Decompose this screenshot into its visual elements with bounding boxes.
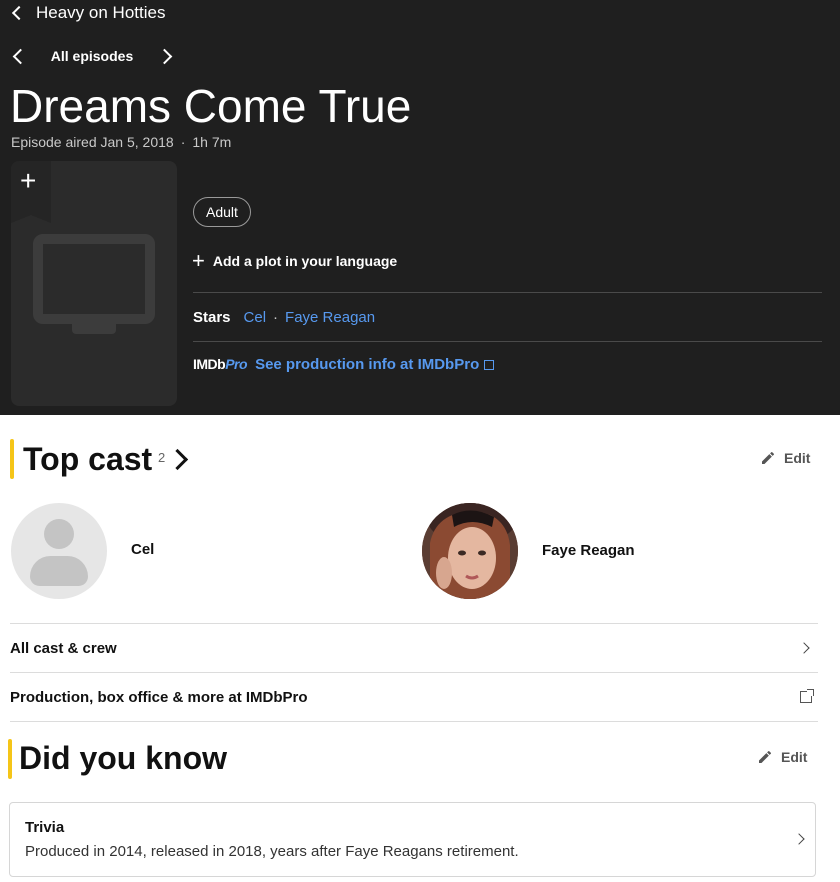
cast-photo [422, 503, 518, 599]
chevron-right-icon [793, 833, 805, 845]
pencil-icon [762, 451, 775, 464]
stars-separator: · [273, 308, 279, 326]
all-cast-crew-link[interactable]: All cast & crew [10, 624, 818, 672]
cast-avatar-cel[interactable] [11, 503, 107, 599]
imdbpro-logo: IMDbPro [193, 356, 248, 372]
add-to-watchlist-ribbon[interactable]: + [11, 161, 51, 223]
did-you-know-edit-button[interactable]: Edit [757, 749, 807, 765]
stars-row: Stars Cel · Faye Reagan [193, 305, 375, 329]
imdbpro-production-label: Production, box office & more at IMDbPro [10, 688, 308, 706]
imdbpro-production-row[interactable]: Production, box office & more at IMDbPro [10, 673, 818, 721]
all-cast-crew-label: All cast & crew [10, 639, 117, 657]
runtime: 1h 7m [192, 134, 232, 150]
cast-name-faye-reagan[interactable]: Faye Reagan [542, 542, 635, 559]
imdbpro-row: IMDbPro See production info at IMDbPro [193, 353, 495, 375]
trivia-label: Trivia [25, 819, 65, 836]
plus-icon: + [192, 248, 205, 273]
edit-label: Edit [784, 450, 811, 466]
cast-avatar-faye-reagan[interactable] [422, 503, 518, 599]
episode-nav: All episodes [6, 42, 178, 70]
series-back-link[interactable]: Heavy on Hotties [11, 2, 166, 24]
previous-episode-button[interactable] [6, 42, 30, 70]
pencil-icon [759, 750, 772, 763]
person-placeholder-icon [44, 519, 74, 549]
add-plot-label: Add a plot in your language [212, 253, 398, 269]
plus-icon: + [20, 165, 37, 196]
did-you-know-title: Did you know [19, 740, 227, 776]
chevron-left-icon [11, 5, 27, 21]
divider [193, 341, 822, 342]
stars-label: Stars [193, 308, 231, 326]
chevron-right-icon[interactable] [166, 448, 189, 471]
section-accent-bar [8, 739, 12, 779]
top-cast-title[interactable]: Top cast [23, 443, 152, 475]
trivia-card[interactable]: Trivia Produced in 2014, released in 201… [9, 802, 816, 877]
chevron-right-icon [156, 48, 172, 64]
meta-separator: · [180, 134, 186, 150]
episode-meta: Episode aired Jan 5, 2018 · 1h 7m [11, 134, 231, 150]
edit-label: Edit [781, 749, 808, 765]
chevron-right-icon [798, 642, 810, 654]
chevron-left-icon [12, 48, 28, 64]
top-cast-count: 2 [158, 450, 166, 465]
air-date: Episode aired Jan 5, 2018 [11, 134, 174, 150]
genre-chip[interactable]: Adult [193, 197, 251, 227]
star-link-faye-reagan[interactable]: Faye Reagan [285, 309, 375, 326]
poster-placeholder[interactable]: + [11, 161, 177, 406]
imdbpro-production-link[interactable]: See production info at IMDbPro [255, 356, 495, 373]
external-link-icon [800, 689, 814, 703]
section-accent-bar [10, 439, 14, 479]
episode-hero: Heavy on Hotties All episodes Dreams Com… [0, 0, 840, 415]
series-title: Heavy on Hotties [36, 3, 166, 22]
divider [10, 721, 818, 722]
tv-icon [33, 234, 155, 334]
all-episodes-link[interactable]: All episodes [51, 48, 133, 64]
cast-name-cel[interactable]: Cel [131, 541, 154, 558]
add-plot-button[interactable]: + Add a plot in your language [192, 248, 398, 273]
next-episode-button[interactable] [154, 42, 178, 70]
external-link-icon [484, 359, 495, 370]
top-cast-edit-button[interactable]: Edit [760, 450, 810, 466]
episode-title: Dreams Come True [10, 80, 412, 132]
star-link-cel[interactable]: Cel [244, 309, 267, 326]
trivia-text: Produced in 2014, released in 2018, year… [25, 843, 519, 860]
divider [193, 292, 822, 293]
